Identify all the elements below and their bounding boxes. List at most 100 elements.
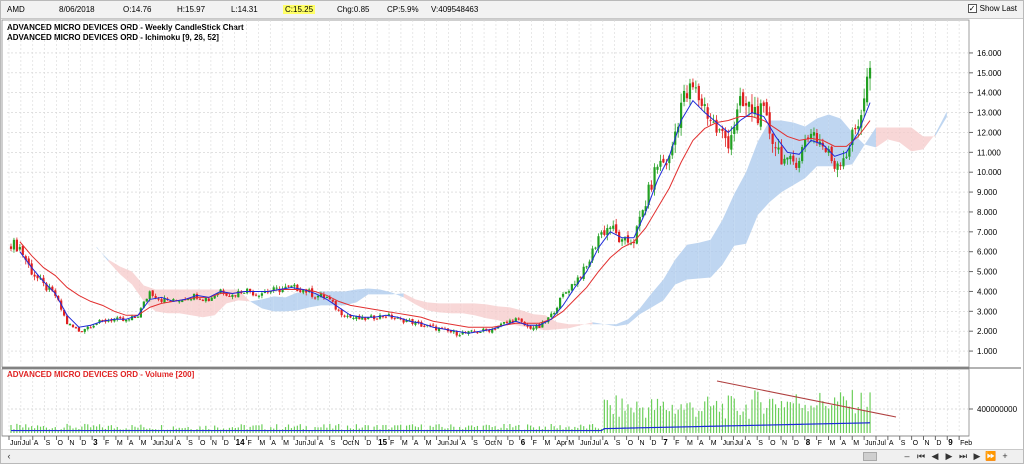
x-tick-label: Jul (164, 440, 173, 447)
candle-body (739, 96, 742, 106)
cloud-segment-bullish (261, 296, 274, 312)
candle-body (470, 330, 473, 332)
candle-body (313, 297, 317, 299)
x-tick-label: M (544, 440, 550, 447)
candle-body (609, 227, 612, 230)
candle-body (863, 98, 866, 112)
x-tick-label: O (200, 440, 206, 447)
candle-body (145, 298, 148, 302)
candle-body (201, 299, 204, 301)
candle-body (316, 295, 320, 298)
candle-body (798, 161, 801, 168)
candle-body (21, 245, 24, 256)
candle-body (836, 163, 839, 170)
x-tick-label: S (46, 440, 51, 447)
cloud-segment-bullish (273, 296, 286, 312)
x-tick-label: 6 (521, 438, 526, 447)
cloud-segment-bullish (616, 319, 628, 327)
candle-body (154, 295, 157, 299)
cloud-segment-bullish (687, 242, 699, 280)
x-tick-label: Jun (580, 440, 591, 447)
x-tick-label: D (509, 440, 514, 447)
candle-body (263, 292, 266, 294)
y-tick-label: 7.000 (977, 228, 998, 237)
zoom-out-icon[interactable]: – (901, 451, 913, 462)
x-tick-label: Jun (865, 440, 876, 447)
candle-body (768, 112, 771, 134)
candle-body (762, 102, 765, 106)
candle-body (86, 326, 89, 330)
candle-body (792, 155, 795, 162)
prev-icon[interactable]: ◀ (929, 451, 941, 462)
cloud-segment-bullish (627, 308, 640, 325)
cloud-segment-bearish (202, 289, 215, 318)
cloud-segment-bullish (604, 324, 617, 327)
candle-body (375, 318, 379, 320)
candle-body (337, 309, 340, 311)
x-tick-label: O (770, 440, 776, 447)
candle-body (204, 297, 207, 302)
candle-body (136, 316, 140, 318)
play-icon[interactable]: ▶ (971, 451, 983, 462)
candle-body (603, 230, 606, 235)
x-tick-label: 14 (236, 438, 245, 447)
y-tick-label: 15.000 (977, 69, 1002, 78)
x-tick-label: N (212, 440, 217, 447)
candle-body (198, 298, 202, 300)
candle-body (148, 291, 151, 300)
price-volume-chart[interactable]: 16.000 15.000 14.000 13.000 12.000 11.000 10.0… (1, 1, 1023, 449)
x-tick-label: A (176, 440, 181, 447)
cloud-segment-bearish (568, 324, 581, 329)
chart-window: AMD 8/06/2018 O:14.76 H:15.97 L:14.31 C:… (0, 0, 1024, 464)
scrollbar-thumb[interactable] (863, 452, 877, 461)
candle-body (423, 325, 426, 327)
scroll-left-icon[interactable]: ‹ (3, 451, 15, 462)
x-tick-label: S (331, 440, 336, 447)
candle-body (9, 246, 13, 249)
cloud-segment-bullish (250, 299, 262, 309)
candle-body (125, 319, 128, 322)
candle-body (626, 235, 630, 243)
candle-body (845, 156, 848, 158)
cloud-segment-bullish (781, 120, 794, 193)
y-tick-label: 13.000 (977, 109, 1002, 118)
x-tick-label: D (794, 440, 799, 447)
last-page-icon[interactable]: ⏭ (957, 451, 969, 462)
cloud-segment-bullish (710, 219, 723, 278)
x-tick-label: A (271, 440, 276, 447)
candle-body (733, 126, 736, 135)
candle-body (857, 126, 860, 129)
x-tick-label: S (188, 440, 193, 447)
x-tick-label: M (402, 440, 408, 447)
x-tick-label: A (461, 440, 466, 447)
x-tick-label: O (628, 440, 634, 447)
x-tick-label: 8 (806, 438, 811, 447)
candle-body (567, 291, 571, 293)
candle-body (71, 324, 75, 327)
candle-body (777, 147, 780, 150)
x-tick-label: D (366, 440, 371, 447)
fast-forward-icon[interactable]: ⏩ (985, 451, 997, 462)
x-tick-label: Jul (22, 440, 31, 447)
y-tick-label: 3.000 (977, 307, 998, 316)
candle-body (868, 67, 872, 79)
x-tick-label: D (651, 440, 656, 447)
candle-body (293, 284, 296, 287)
candle-body (809, 133, 813, 138)
cloud-segment-bullish (285, 292, 298, 312)
x-tick-label: M (711, 440, 717, 447)
cloud-segment-bearish (132, 271, 144, 302)
candle-body (532, 327, 535, 330)
x-tick-label: Apr (556, 440, 568, 447)
x-tick-label: M (141, 440, 147, 447)
x-tick-label: Jun (153, 440, 164, 447)
x-tick-label: A (746, 440, 751, 447)
y-tick-label: 12.000 (977, 128, 1002, 137)
first-page-icon[interactable]: ⏮ (915, 451, 927, 462)
cloud-segment-bullish (356, 288, 369, 303)
next-icon[interactable]: ▶ (943, 451, 955, 462)
candle-body (594, 247, 597, 249)
cloud-segment-bearish (911, 127, 924, 152)
candle-body (736, 109, 739, 131)
zoom-in-icon[interactable]: + (999, 451, 1011, 462)
